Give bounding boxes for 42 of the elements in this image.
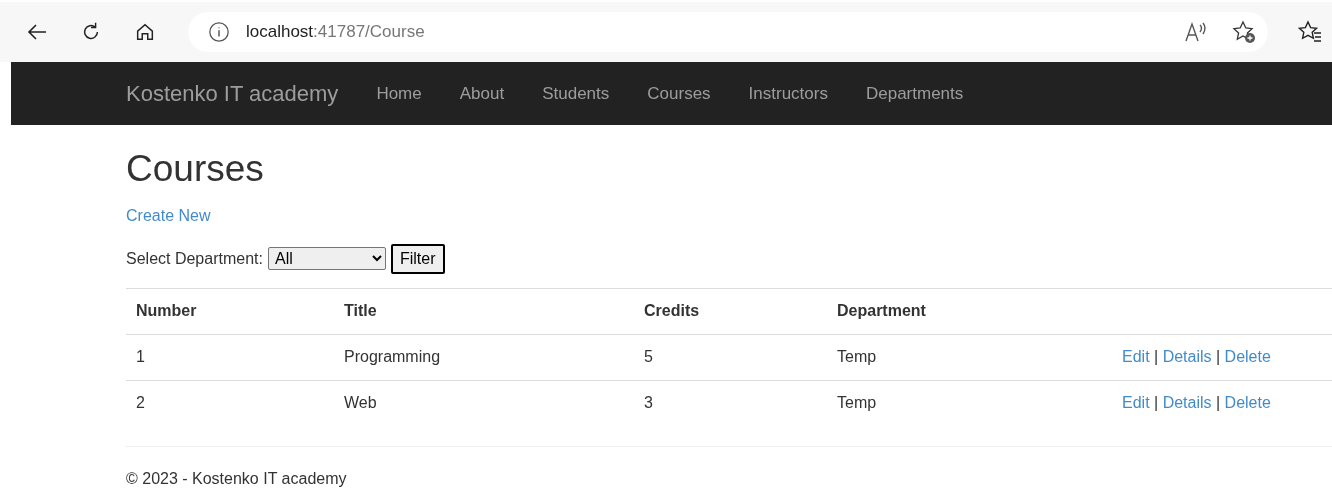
create-new-link[interactable]: Create New <box>126 206 211 224</box>
read-aloud-icon[interactable] <box>1184 21 1208 43</box>
separator-text: | <box>1154 394 1159 412</box>
separator-text: | <box>1216 394 1221 412</box>
edit-link[interactable]: Edit <box>1122 348 1150 366</box>
nav-link[interactable]: About <box>459 80 505 107</box>
table-cell: 2 <box>136 394 145 412</box>
filter-button[interactable]: Filter <box>390 243 445 274</box>
url-host: localhost <box>246 21 314 44</box>
nav-link[interactable]: Instructors <box>748 80 828 107</box>
table-cell: Temp <box>837 348 877 366</box>
nav-link[interactable]: Departments <box>865 80 964 107</box>
nav-link[interactable]: Home <box>376 80 422 107</box>
nav-link[interactable]: Courses <box>647 80 711 107</box>
table-cell: Web <box>344 394 377 412</box>
table-cell: 1 <box>136 348 145 366</box>
column-header: Title <box>344 302 377 320</box>
address-bar[interactable]: localhost:41787/Course <box>188 12 1268 52</box>
column-header: Number <box>136 302 197 320</box>
separator-text: | <box>1154 348 1159 366</box>
url-path: :41787/Course <box>313 21 425 44</box>
filter-label: Select Department: <box>126 248 263 269</box>
separator-text: | <box>1216 348 1221 366</box>
info-icon <box>208 21 230 43</box>
column-header: Credits <box>644 302 700 320</box>
footer-text: © 2023 - Kostenko IT academy <box>126 470 347 488</box>
add-favorite-icon[interactable] <box>1232 20 1256 44</box>
details-link[interactable]: Details <box>1162 348 1212 366</box>
delete-link[interactable]: Delete <box>1224 348 1271 366</box>
edit-link[interactable]: Edit <box>1122 394 1150 412</box>
table-cell: 5 <box>644 348 653 366</box>
delete-link[interactable]: Delete <box>1224 394 1271 412</box>
favorites-icon[interactable] <box>1298 20 1322 44</box>
table-cell: Programming <box>344 348 441 366</box>
nav-link[interactable]: Students <box>542 80 610 107</box>
department-select[interactable]: All <box>267 247 386 271</box>
table-cell: Temp <box>837 394 877 412</box>
details-link[interactable]: Details <box>1162 394 1212 412</box>
table-cell: 3 <box>644 394 653 412</box>
column-header: Department <box>837 302 926 320</box>
page-title: Courses <box>126 149 265 190</box>
brand-link[interactable]: Kostenko IT academy <box>126 77 339 110</box>
